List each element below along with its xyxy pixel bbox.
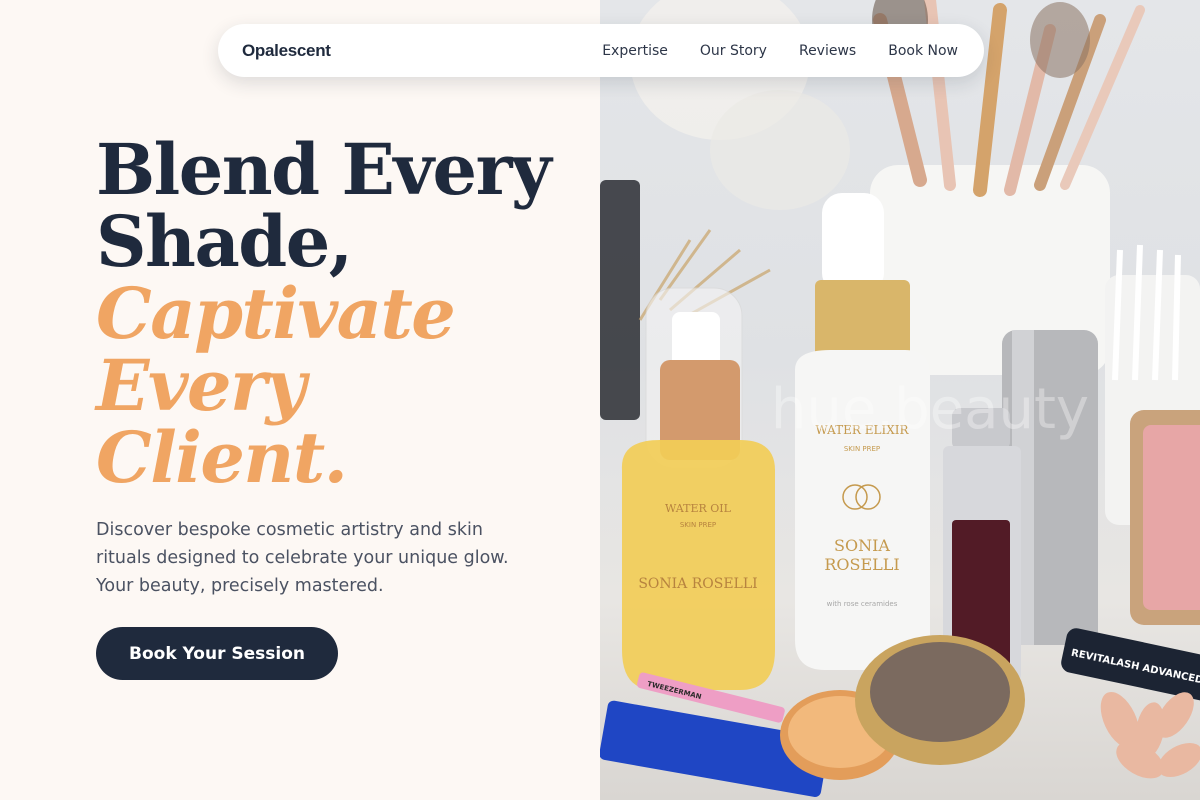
- bottle-left-label-1: WATER OIL: [665, 502, 732, 515]
- photo-watermark: hue.beauty: [771, 377, 1089, 442]
- bottle-left-label-2: SKIN PREP: [680, 521, 716, 529]
- book-session-button[interactable]: Book Your Session: [96, 627, 338, 680]
- cosmetics-photo-illustration: WATER OIL SKIN PREP SONIA ROSELLI WATER …: [600, 0, 1200, 797]
- nav-link-book-now[interactable]: Book Now: [888, 43, 958, 59]
- headline-line-3: Captivate: [96, 272, 456, 355]
- hero-subtext: Discover bespoke cosmetic artistry and s…: [96, 520, 509, 596]
- headline-line-2: Shade,: [96, 200, 353, 283]
- hero-headline: Blend Every Shade, Captivate Every Clien…: [96, 134, 576, 494]
- nav-link-reviews[interactable]: Reviews: [799, 43, 856, 59]
- headline-line-5: Client.: [96, 416, 348, 499]
- nav-link-expertise[interactable]: Expertise: [602, 43, 668, 59]
- hero-photo: WATER OIL SKIN PREP SONIA ROSELLI WATER …: [600, 0, 1200, 800]
- navbar: Opalescent Expertise Our Story Reviews B…: [218, 24, 984, 77]
- bottle-center-label-3: SONIA: [834, 536, 890, 555]
- headline-line-4: Every: [96, 344, 306, 427]
- bottle-center-label-2: SKIN PREP: [844, 445, 880, 453]
- bottle-left-label-3: SONIA ROSELLI: [638, 576, 757, 592]
- bottle-center-label-4: ROSELLI: [824, 555, 899, 574]
- nav-link-our-story[interactable]: Our Story: [700, 43, 767, 59]
- bottle-center-label-5: with rose ceramides: [827, 600, 898, 608]
- headline-line-1: Blend Every: [96, 128, 552, 211]
- brand-logo[interactable]: Opalescent: [242, 41, 331, 61]
- nav-links: Expertise Our Story Reviews Book Now: [602, 43, 958, 59]
